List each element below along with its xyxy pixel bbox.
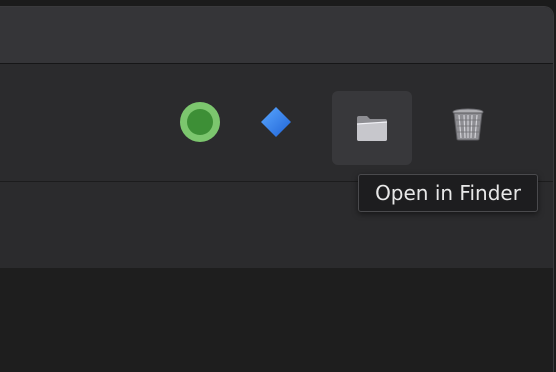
content-area bbox=[0, 268, 553, 372]
window-titlebar bbox=[0, 7, 553, 64]
screen: Open in Finder bbox=[0, 0, 556, 372]
diamond-button[interactable] bbox=[254, 100, 298, 144]
toolbar bbox=[0, 64, 553, 182]
status-indicator-button[interactable] bbox=[178, 100, 222, 144]
folder-icon bbox=[356, 116, 388, 141]
trash-button[interactable] bbox=[444, 100, 492, 148]
trash-icon bbox=[452, 108, 484, 141]
tooltip-open-in-finder: Open in Finder bbox=[358, 174, 538, 212]
blue-diamond-icon bbox=[261, 107, 291, 137]
status-green-dot-icon bbox=[180, 102, 220, 142]
open-in-finder-button[interactable] bbox=[332, 91, 412, 165]
